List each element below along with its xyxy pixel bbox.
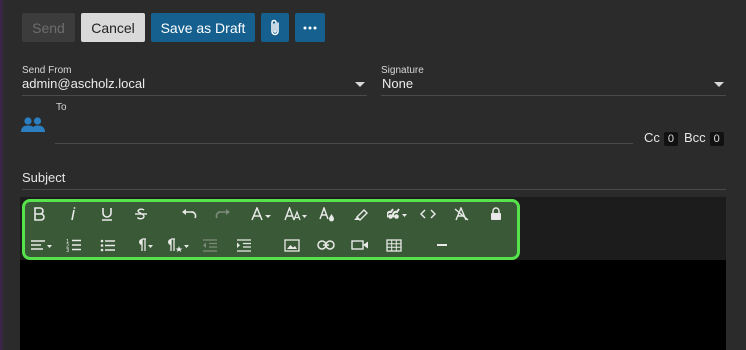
attach-button[interactable]	[261, 13, 289, 42]
italic-icon[interactable]	[61, 204, 85, 224]
image-icon[interactable]	[280, 235, 304, 255]
font-size-icon[interactable]	[283, 204, 309, 224]
outdent-icon[interactable]	[198, 235, 222, 255]
subject-input[interactable]: Subject	[22, 170, 65, 185]
svg-text:3: 3	[66, 248, 69, 252]
save-as-draft-button[interactable]: Save as Draft	[151, 13, 255, 42]
unordered-list-icon[interactable]	[96, 235, 120, 255]
to-input[interactable]	[55, 143, 633, 144]
paperclip-icon	[271, 19, 279, 35]
send-from-label: Send From	[22, 65, 72, 76]
redo-icon[interactable]	[211, 204, 235, 224]
bcc-count: 0	[709, 132, 724, 146]
send-from-dropdown-icon[interactable]	[355, 82, 365, 87]
bold-icon[interactable]	[27, 204, 51, 224]
signature-dropdown-icon[interactable]	[714, 82, 724, 87]
paragraph-icon[interactable]	[133, 235, 157, 255]
link-icon[interactable]	[314, 235, 338, 255]
signature-value[interactable]: None	[382, 76, 413, 91]
contacts-icon[interactable]	[20, 116, 46, 139]
subject-underline	[22, 189, 726, 190]
horizontal-rule-icon[interactable]	[430, 235, 454, 255]
bcc-label: Bcc	[684, 130, 706, 145]
strikethrough-icon[interactable]	[129, 204, 153, 224]
signature-label: Signature	[381, 65, 424, 76]
underline-icon[interactable]	[95, 204, 119, 224]
send-from-value[interactable]: admin@ascholz.local	[22, 76, 145, 91]
video-icon[interactable]	[348, 235, 372, 255]
clear-format-icon[interactable]	[450, 204, 474, 224]
send-button[interactable]: Send	[22, 13, 75, 42]
left-accent-bar	[0, 0, 3, 350]
code-icon[interactable]	[416, 204, 440, 224]
undo-icon[interactable]	[177, 204, 201, 224]
cc-toggle[interactable]: Cc 0	[644, 130, 679, 146]
cc-count: 0	[663, 132, 679, 146]
quote-icon[interactable]	[385, 204, 411, 224]
editor-body[interactable]	[20, 260, 726, 350]
font-family-icon[interactable]	[249, 204, 275, 224]
ordered-list-icon[interactable]: 123	[62, 235, 86, 255]
to-label: To	[56, 102, 67, 113]
table-icon[interactable]	[382, 235, 406, 255]
cc-label: Cc	[644, 130, 660, 145]
align-icon[interactable]	[29, 235, 55, 255]
signature-underline	[381, 95, 726, 96]
paragraph-style-icon[interactable]	[165, 235, 191, 255]
indent-icon[interactable]	[232, 235, 256, 255]
highlight-icon[interactable]	[349, 204, 373, 224]
more-horizontal-icon	[303, 26, 317, 29]
bcc-toggle[interactable]: Bcc 0	[684, 130, 724, 146]
more-options-button[interactable]	[295, 13, 325, 42]
cancel-button[interactable]: Cancel	[81, 13, 145, 42]
text-color-icon[interactable]	[315, 204, 339, 224]
send-from-underline	[22, 95, 367, 96]
lock-icon[interactable]	[484, 204, 508, 224]
